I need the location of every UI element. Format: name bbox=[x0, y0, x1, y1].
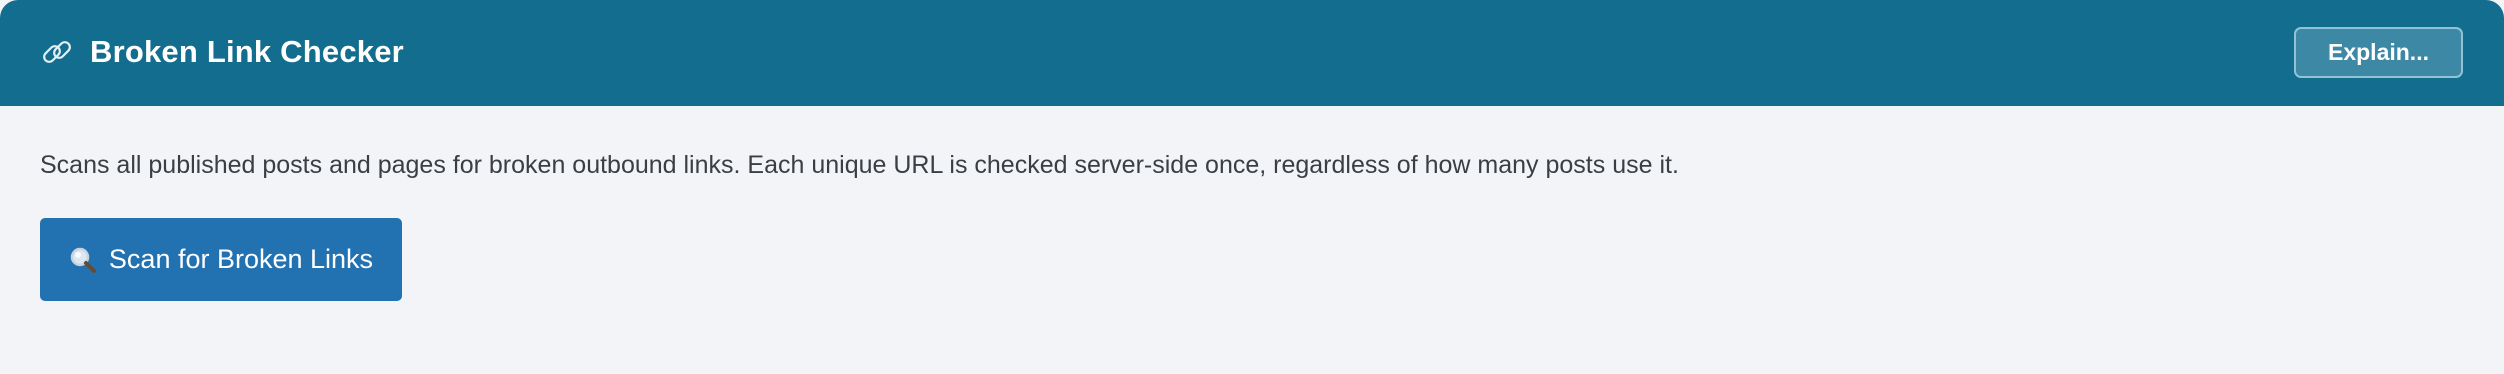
scan-button-label: Scan for Broken Links bbox=[108, 244, 374, 274]
broken-link-checker-panel: Broken Link Checker Explain... Scans all… bbox=[0, 0, 2504, 374]
tool-description: Scans all published posts and pages for … bbox=[40, 151, 1679, 179]
link-icon bbox=[43, 41, 71, 63]
magnifier-icon bbox=[70, 247, 96, 273]
panel-title: Broken Link Checker bbox=[90, 34, 404, 69]
panel-header: Broken Link Checker Explain... bbox=[0, 0, 2504, 106]
explain-button[interactable]: Explain... bbox=[2294, 27, 2463, 78]
scan-for-broken-links-button[interactable]: Scan for Broken Links bbox=[40, 218, 402, 301]
